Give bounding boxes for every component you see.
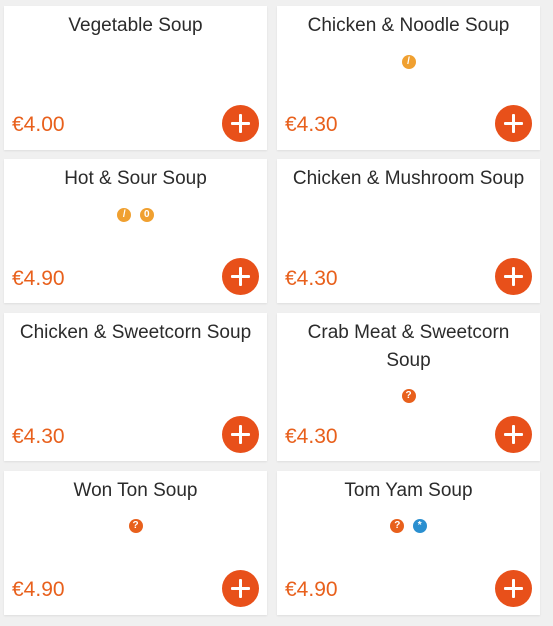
allergen-icons: / (277, 53, 540, 71)
item-price: €4.00 (12, 113, 65, 136)
item-price: €4.30 (285, 425, 338, 448)
allergen-icons: ? * (277, 517, 540, 535)
add-to-cart-button[interactable] (495, 570, 532, 607)
add-to-cart-button[interactable] (222, 570, 259, 607)
gluten-icon: / (401, 54, 416, 69)
allergen-icons: ? (277, 387, 540, 405)
item-name: Crab Meat & Sweetcorn Soup (307, 322, 510, 371)
add-to-cart-button[interactable] (495, 258, 532, 295)
item-name: Chicken & Mushroom Soup (292, 168, 525, 189)
menu-item-card: Chicken & Noodle Soup / €4.30 (277, 6, 540, 150)
egg-icon: 0 (139, 207, 154, 222)
item-name: Vegetable Soup (68, 15, 203, 36)
menu-item-card: Vegetable Soup €4.00 (4, 6, 267, 150)
menu-item-card: Tom Yam Soup ? * €4.90 (277, 471, 540, 615)
add-to-cart-button[interactable] (222, 105, 259, 142)
menu-item-card: Won Ton Soup ? €4.90 (4, 471, 267, 615)
item-price: €4.30 (285, 267, 338, 290)
item-name: Chicken & Sweetcorn Soup (19, 322, 252, 343)
add-to-cart-button[interactable] (222, 416, 259, 453)
item-price: €4.90 (285, 578, 338, 601)
item-price: €4.90 (12, 267, 65, 290)
menu-item-card: Chicken & Mushroom Soup €4.30 (277, 159, 540, 303)
menu-item-card: Chicken & Sweetcorn Soup €4.30 (4, 313, 267, 461)
item-price: €4.30 (285, 113, 338, 136)
fish-icon: * (412, 518, 427, 533)
add-to-cart-button[interactable] (495, 105, 532, 142)
item-price: €4.30 (12, 425, 65, 448)
crustacean-icon: ? (401, 388, 416, 403)
item-price: €4.90 (12, 578, 65, 601)
crustacean-icon: ? (128, 518, 143, 533)
item-name: Tom Yam Soup (344, 480, 473, 501)
item-name: Hot & Sour Soup (64, 168, 207, 189)
allergen-icons: / 0 (4, 206, 267, 224)
menu-grid: Vegetable Soup €4.00 Chicken & Noodle So… (0, 0, 553, 626)
menu-item-card: Crab Meat & Sweetcorn Soup ? €4.30 (277, 313, 540, 461)
crustacean-icon: ? (390, 518, 405, 533)
add-to-cart-button[interactable] (222, 258, 259, 295)
allergen-icons: ? (4, 517, 267, 535)
gluten-icon: / (117, 207, 132, 222)
add-to-cart-button[interactable] (495, 416, 532, 453)
item-name: Chicken & Noodle Soup (307, 15, 510, 36)
item-name: Won Ton Soup (73, 480, 198, 501)
menu-item-card: Hot & Sour Soup / 0 €4.90 (4, 159, 267, 303)
